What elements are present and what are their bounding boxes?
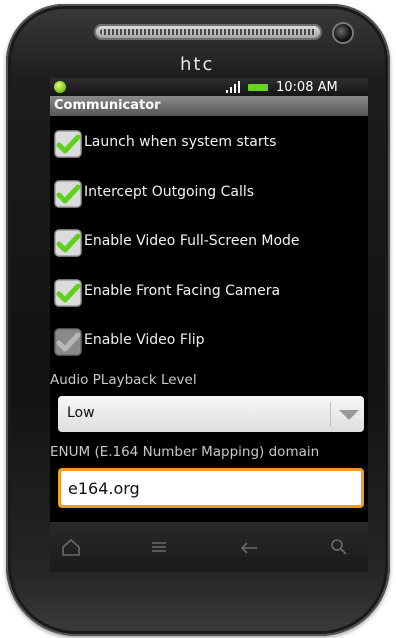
enum-domain-input[interactable]: e164.org: [58, 468, 364, 508]
home-icon[interactable]: [60, 536, 82, 558]
chevron-down-icon[interactable]: [338, 409, 360, 421]
pref-label: Enable Video Full-Screen Mode: [84, 233, 300, 249]
notification-icon: [54, 81, 66, 93]
checkbox-checked-icon[interactable]: [54, 130, 82, 158]
pref-label: Enable Video Flip: [84, 332, 205, 348]
dropdown-divider: [330, 402, 331, 426]
front-camera-lens: [334, 24, 352, 42]
earpiece-speaker: [94, 24, 322, 40]
status-clock: 10:08 AM: [276, 80, 338, 95]
input-value: e164.org: [68, 479, 140, 498]
search-icon[interactable]: [328, 536, 350, 558]
checkbox-checked-icon[interactable]: [54, 229, 82, 257]
pref-video-flip[interactable]: Enable Video Flip: [50, 318, 368, 367]
app-screen: 10:08 AM Communicator Launch when system…: [50, 78, 368, 522]
status-bar: 10:08 AM: [50, 78, 368, 96]
menu-icon[interactable]: [148, 536, 170, 558]
pref-video-full-screen[interactable]: Enable Video Full-Screen Mode: [50, 219, 368, 268]
pref-label: Enable Front Facing Camera: [84, 283, 281, 299]
checkbox-checked-icon[interactable]: [54, 279, 82, 307]
back-icon[interactable]: [238, 536, 260, 558]
pref-front-facing-camera[interactable]: Enable Front Facing Camera: [50, 269, 368, 318]
pref-intercept-outgoing-calls[interactable]: Intercept Outgoing Calls: [50, 170, 368, 219]
checkbox-checked-icon[interactable]: [54, 180, 82, 208]
hardware-nav-bar: [50, 522, 368, 572]
enum-domain-label: ENUM (E.164 Number Mapping) domain: [50, 444, 320, 460]
audio-playback-level-dropdown[interactable]: Low: [58, 396, 364, 432]
checkbox-checked-disabled-icon[interactable]: [54, 328, 82, 356]
pref-label: Launch when system starts: [84, 134, 277, 150]
audio-playback-label: Audio PLayback Level: [50, 372, 197, 388]
signal-strength-icon: [226, 81, 240, 93]
pref-launch-on-startup[interactable]: Launch when system starts: [50, 120, 368, 169]
battery-icon: [248, 84, 268, 91]
page-title: Communicator: [50, 96, 368, 116]
brand-logo: htc: [180, 54, 215, 75]
pref-label: Intercept Outgoing Calls: [84, 184, 255, 200]
dropdown-selected-value: Low: [67, 405, 95, 421]
